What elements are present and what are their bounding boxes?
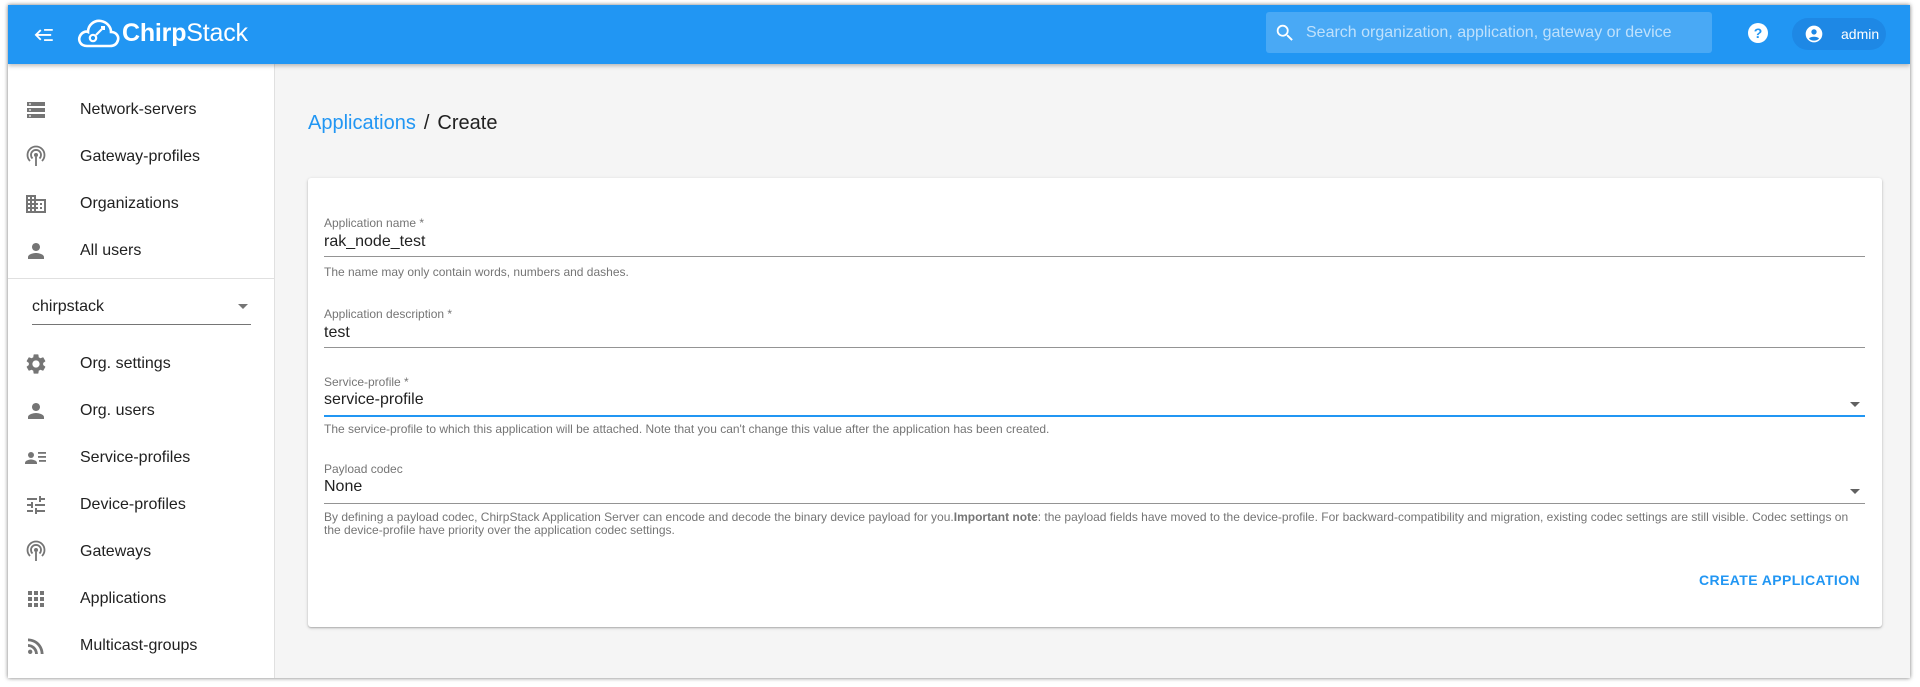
person-icon xyxy=(28,403,44,419)
breadcrumb-applications-link[interactable]: Applications xyxy=(308,112,416,134)
organization-select-value: chirpstack xyxy=(32,298,105,315)
gear-icon xyxy=(26,354,46,374)
radio-tower-icon xyxy=(26,540,46,561)
logo-text-regular: Stack xyxy=(186,18,248,47)
sidebar-item-label: Device-profiles xyxy=(80,495,186,513)
sidebar-item-label: Network-servers xyxy=(80,100,197,118)
sidebar-item-label: All users xyxy=(80,241,142,259)
user-name: admin xyxy=(1841,26,1880,42)
sidebar-item-label: Org. settings xyxy=(80,354,171,372)
sidebar-item-organizations[interactable]: Organizations xyxy=(8,180,274,227)
breadcrumb-separator: / xyxy=(423,112,430,134)
service-profile-label: Service-profile * xyxy=(324,375,409,389)
rss-icon xyxy=(28,638,44,654)
application-name-input[interactable]: rak_node_test xyxy=(324,231,1865,257)
sidebar-item-label: Service-profiles xyxy=(80,448,191,466)
application-name-help: The name may only contain words, numbers… xyxy=(324,265,629,279)
application-description-label: Application description * xyxy=(324,307,453,321)
sidebar: Network-servers Gateway-profiles Organiz… xyxy=(8,64,275,678)
sidebar-item-gateway-profiles[interactable]: Gateway-profiles xyxy=(8,133,274,180)
sidebar-item-device-profiles[interactable]: Device-profiles xyxy=(8,481,274,528)
chevron-down-icon[interactable] xyxy=(1849,401,1861,409)
person-icon xyxy=(28,243,44,259)
service-profile-select[interactable]: service-profile xyxy=(324,389,1865,417)
payload-codec-help: By defining a payload codec, ChirpStack … xyxy=(324,511,1865,537)
sidebar-item-org-settings[interactable]: Org. settings xyxy=(8,340,274,387)
sidebar-item-multicast-groups[interactable]: Multicast-groups xyxy=(8,622,274,669)
chevron-down-icon xyxy=(238,304,248,309)
logo-text-bold: Chirp xyxy=(122,18,187,47)
apps-grid-icon xyxy=(28,591,44,607)
sidebar-item-label: Org. users xyxy=(80,401,155,419)
top-app-bar: ChirpStack ? admin xyxy=(8,5,1910,64)
sidebar-item-label: Gateway-profiles xyxy=(80,147,201,165)
payload-codec-select[interactable]: None xyxy=(324,476,1865,504)
create-application-button[interactable]: CREATE APPLICATION xyxy=(1699,572,1860,588)
sidebar-divider xyxy=(8,278,274,279)
app-window: ChirpStack ? admin Network-servers Gatew… xyxy=(8,5,1910,678)
breadcrumb: Applications / Create xyxy=(308,112,497,135)
chirpstack-logo[interactable]: ChirpStack xyxy=(76,13,248,53)
help-icon[interactable]: ? xyxy=(1746,21,1770,45)
search-box[interactable] xyxy=(1266,12,1712,53)
breadcrumb-current: Create xyxy=(437,112,498,134)
server-icon xyxy=(27,102,45,118)
user-menu-button[interactable]: admin xyxy=(1792,18,1886,50)
sidebar-item-label: Applications xyxy=(80,589,167,607)
application-name-label: Application name * xyxy=(324,216,425,230)
svg-text:?: ? xyxy=(1754,25,1763,41)
payload-codec-label: Payload codec xyxy=(324,462,403,476)
sidebar-item-label: Multicast-groups xyxy=(80,636,198,654)
search-icon xyxy=(1276,24,1293,41)
payload-codec-help-prefix: By defining a payload codec, ChirpStack … xyxy=(324,510,954,524)
account-details-icon xyxy=(25,452,46,464)
service-profile-help: The service-profile to which this applic… xyxy=(324,422,1050,436)
sidebar-item-service-profiles[interactable]: Service-profiles xyxy=(8,434,274,481)
sidebar-item-network-servers[interactable]: Network-servers xyxy=(8,86,274,133)
radio-tower-icon xyxy=(26,145,46,166)
building-icon xyxy=(26,195,46,213)
tune-icon xyxy=(27,496,45,514)
sidebar-item-all-users[interactable]: All users xyxy=(8,227,274,274)
menu-toggle-icon[interactable] xyxy=(30,22,56,48)
search-input[interactable] xyxy=(1304,22,1698,43)
account-circle-icon xyxy=(1805,25,1823,43)
chevron-down-icon[interactable] xyxy=(1849,488,1861,496)
sidebar-item-org-users[interactable]: Org. users xyxy=(8,387,274,434)
sidebar-item-label: Organizations xyxy=(80,194,179,212)
sidebar-item-gateways[interactable]: Gateways xyxy=(8,528,274,575)
organization-select[interactable]: chirpstack xyxy=(32,294,251,325)
sidebar-item-applications[interactable]: Applications xyxy=(8,575,274,622)
create-application-form: Application name * rak_node_test The nam… xyxy=(308,178,1882,627)
cloud-logo-icon xyxy=(77,19,120,48)
sidebar-item-label: Gateways xyxy=(80,542,152,560)
application-description-input[interactable]: test xyxy=(324,322,1865,348)
payload-codec-help-important: Important note xyxy=(953,510,1038,524)
